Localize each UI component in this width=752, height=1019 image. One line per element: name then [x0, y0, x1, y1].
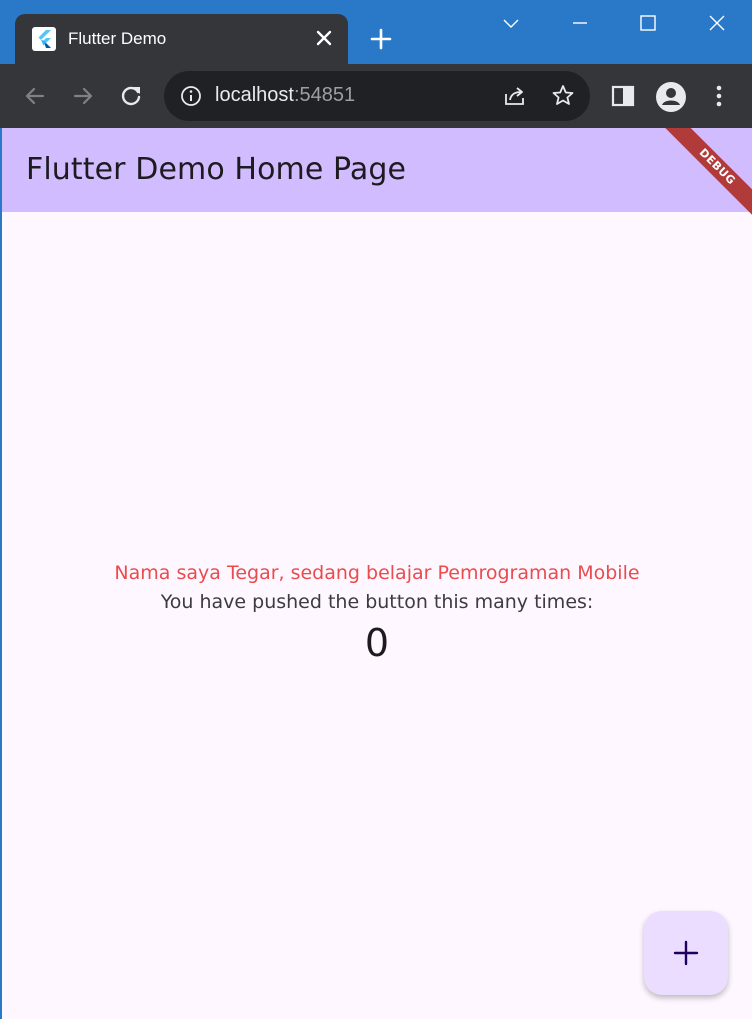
- tab-close-icon[interactable]: [313, 27, 335, 49]
- minimize-icon[interactable]: [563, 8, 597, 40]
- page-title: Flutter Demo Home Page: [26, 152, 407, 187]
- increment-button[interactable]: [644, 911, 728, 995]
- chevron-down-icon[interactable]: [494, 8, 528, 40]
- side-panel-icon[interactable]: [609, 82, 637, 110]
- counter-label: You have pushed the button this many tim…: [160, 591, 594, 613]
- browser-toolbar: localhost:54851: [0, 64, 752, 128]
- url-host: localhost: [215, 84, 294, 106]
- app-bar: Flutter Demo Home Page: [2, 128, 752, 212]
- maximize-icon[interactable]: [631, 8, 665, 40]
- profile-icon[interactable]: [655, 81, 687, 113]
- close-icon[interactable]: [700, 8, 734, 40]
- url-port: :54851: [293, 84, 356, 106]
- address-bar[interactable]: localhost:54851: [164, 71, 590, 121]
- browser-titlebar: Flutter Demo: [0, 0, 752, 66]
- tab-title: Flutter Demo: [68, 29, 167, 48]
- share-icon[interactable]: [501, 82, 529, 110]
- star-icon[interactable]: [549, 82, 577, 110]
- center-content: Nama saya Tegar, sedang belajar Pemrogra…: [2, 562, 752, 665]
- new-tab-button[interactable]: [368, 26, 394, 52]
- intro-text: Nama saya Tegar, sedang belajar Pemrogra…: [114, 562, 640, 584]
- add-icon: [673, 940, 699, 966]
- browser-tab[interactable]: Flutter Demo: [15, 14, 348, 66]
- url-text: localhost:54851: [215, 84, 355, 107]
- info-icon[interactable]: [179, 82, 207, 110]
- counter-value: 0: [364, 621, 390, 665]
- back-icon[interactable]: [21, 82, 49, 110]
- menu-icon[interactable]: [705, 82, 733, 110]
- reload-icon[interactable]: [117, 82, 145, 110]
- flutter-app: Flutter Demo Home Page DEBUG Nama saya T…: [2, 128, 752, 1019]
- forward-icon[interactable]: [69, 82, 97, 110]
- flutter-logo-icon: [32, 27, 56, 51]
